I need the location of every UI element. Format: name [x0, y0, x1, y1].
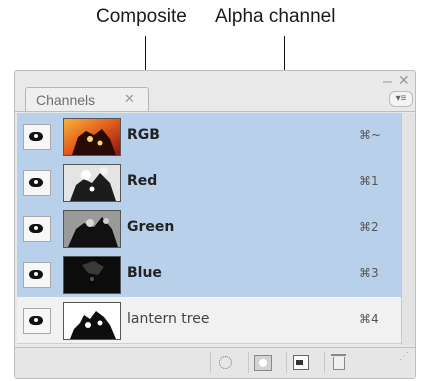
callout-composite: Composite	[96, 6, 187, 27]
channel-row-red[interactable]: Red ⌘1	[17, 159, 401, 206]
eye-icon	[29, 270, 43, 279]
channel-name: Red	[127, 173, 158, 189]
channel-row-blue[interactable]: Blue ⌘3	[17, 251, 401, 298]
channel-shortcut: ⌘1	[359, 174, 379, 188]
tab-close-icon[interactable]: ✕	[124, 91, 135, 107]
channel-row-lantern-tree[interactable]: lantern tree ⌘4	[17, 297, 401, 344]
load-selection-icon	[219, 356, 232, 369]
channel-shortcut: ⌘2	[359, 220, 379, 234]
channel-name: lantern tree	[127, 311, 210, 327]
save-selection-button[interactable]	[248, 352, 277, 373]
panel-menu-button[interactable]: ▾≡	[389, 91, 413, 107]
channel-row-green[interactable]: Green ⌘2	[17, 205, 401, 252]
channel-shortcut: ⌘~	[359, 128, 382, 142]
resize-grip-icon[interactable]: ⋰	[399, 351, 413, 371]
channel-shortcut: ⌘4	[359, 312, 379, 326]
visibility-toggle[interactable]	[23, 308, 51, 334]
new-channel-button[interactable]	[286, 352, 315, 373]
alpha-thumbnail	[63, 302, 121, 340]
panel-header: Channels ✕ – ✕ ▾≡	[15, 71, 415, 117]
rgb-thumbnail	[63, 118, 121, 156]
eye-icon	[29, 316, 43, 325]
channel-name: Green	[127, 219, 175, 235]
callout-alpha-channel: Alpha channel	[215, 6, 336, 27]
visibility-toggle[interactable]	[23, 124, 51, 150]
close-icon[interactable]: ✕	[398, 72, 410, 89]
visibility-toggle[interactable]	[23, 170, 51, 196]
channel-shortcut: ⌘3	[359, 266, 379, 280]
minimize-icon[interactable]: –	[383, 73, 392, 91]
tab-channels-label: Channels	[36, 92, 96, 108]
green-thumbnail	[63, 210, 121, 248]
trash-icon	[331, 354, 346, 370]
scrollbar[interactable]	[401, 113, 415, 345]
new-channel-icon	[293, 355, 309, 370]
eye-icon	[29, 178, 43, 187]
tab-channels[interactable]: Channels ✕	[25, 87, 149, 112]
eye-icon	[29, 224, 43, 233]
channel-name: Blue	[127, 265, 162, 281]
red-thumbnail	[63, 164, 121, 202]
eye-icon	[29, 132, 43, 141]
blue-thumbnail	[63, 256, 121, 294]
tab-divider	[15, 111, 415, 112]
channel-row-rgb[interactable]: RGB ⌘~	[17, 113, 401, 160]
panel-footer	[15, 347, 415, 378]
channel-list: RGB ⌘~ Red ⌘1 Green ⌘2 Blue ⌘3 lantern t…	[17, 113, 401, 345]
visibility-toggle[interactable]	[23, 262, 51, 288]
save-selection-icon	[254, 355, 272, 371]
visibility-toggle[interactable]	[23, 216, 51, 242]
channel-name: RGB	[127, 127, 160, 143]
delete-channel-button[interactable]	[324, 352, 353, 373]
load-selection-button[interactable]	[210, 352, 239, 373]
channels-panel: Channels ✕ – ✕ ▾≡ RGB ⌘~ Red ⌘1 Green ⌘2…	[14, 70, 416, 379]
